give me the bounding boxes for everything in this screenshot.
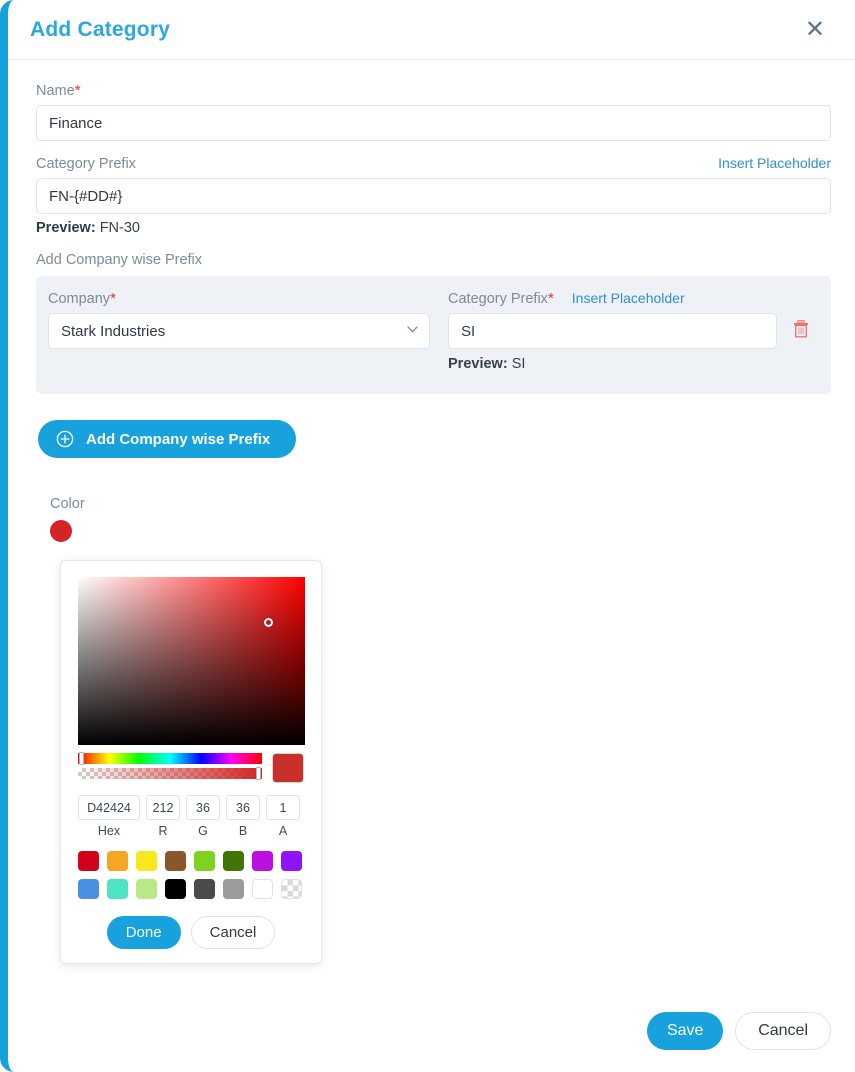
modal-footer: Save Cancel bbox=[647, 1012, 831, 1050]
company-prefix-label-row: Category Prefix* Insert Placeholder bbox=[448, 290, 815, 307]
preset-swatch[interactable] bbox=[165, 851, 186, 871]
add-company-wise-prefix-label: Add Company wise Prefix bbox=[86, 430, 271, 448]
saturation-value-area[interactable] bbox=[78, 577, 305, 745]
color-done-button[interactable]: Done bbox=[106, 916, 181, 949]
preset-swatch[interactable] bbox=[281, 851, 302, 871]
preset-swatch[interactable] bbox=[252, 879, 273, 899]
name-input[interactable] bbox=[36, 105, 831, 141]
blue-input[interactable] bbox=[226, 795, 260, 820]
color-picker-popover: Hex R G B A bbox=[60, 560, 322, 964]
preview-label: Preview: bbox=[36, 220, 96, 236]
category-prefix-preview: Preview: FN-30 bbox=[36, 220, 831, 236]
company-prefix-label-text: Category Prefix bbox=[448, 291, 548, 307]
preset-swatch[interactable] bbox=[136, 851, 157, 871]
preset-swatch[interactable] bbox=[136, 879, 157, 899]
close-icon[interactable]: ✕ bbox=[801, 16, 829, 44]
color-label: Color bbox=[50, 496, 85, 512]
hue-slider-knob[interactable] bbox=[79, 752, 84, 765]
add-category-modal: Add Category ✕ Name* Category Prefix Ins… bbox=[0, 0, 855, 1072]
company-required-mark: * bbox=[110, 290, 116, 307]
category-prefix-label-row: Category Prefix Insert Placeholder bbox=[36, 155, 831, 172]
preset-swatch[interactable] bbox=[107, 879, 128, 899]
sliders-column bbox=[78, 752, 262, 783]
save-button[interactable]: Save bbox=[647, 1012, 724, 1050]
company-prefix-input-row: Preview: SI bbox=[448, 313, 815, 372]
name-label-text: Name bbox=[36, 83, 75, 99]
blue-caption: B bbox=[238, 824, 248, 838]
color-picker-actions: Done Cancel bbox=[78, 916, 304, 949]
company-prefix-input[interactable] bbox=[448, 313, 777, 349]
company-label-text: Company bbox=[48, 291, 111, 307]
alpha-input[interactable] bbox=[266, 795, 300, 820]
modal-header: Add Category ✕ bbox=[8, 0, 855, 60]
company-select-value: Stark Industries bbox=[61, 322, 166, 340]
company-prefix-required-mark: * bbox=[547, 290, 554, 307]
preset-swatch[interactable] bbox=[223, 851, 244, 871]
preset-swatch[interactable] bbox=[252, 851, 273, 871]
preview-value: FN-30 bbox=[99, 220, 140, 236]
company-select[interactable]: Stark Industries bbox=[48, 313, 430, 349]
preset-swatch[interactable] bbox=[194, 851, 215, 871]
alpha-slider-knob[interactable] bbox=[256, 767, 261, 780]
company-wise-section-label: Add Company wise Prefix bbox=[36, 252, 203, 268]
company-prefix-preview: Preview: SI bbox=[448, 356, 777, 372]
category-prefix-label: Category Prefix bbox=[36, 156, 136, 172]
category-prefix-label-text: Category Prefix bbox=[36, 156, 136, 172]
green-caption: G bbox=[198, 824, 208, 838]
cancel-button[interactable]: Cancel bbox=[735, 1012, 831, 1050]
company-column: Company* Stark Industries bbox=[48, 290, 430, 349]
current-color-preview bbox=[272, 753, 304, 783]
company-preview-label: Preview: bbox=[448, 356, 508, 372]
hex-group: Hex bbox=[78, 795, 140, 838]
hex-caption: Hex bbox=[97, 824, 121, 838]
name-label: Name* bbox=[36, 82, 831, 99]
alpha-caption: A bbox=[278, 824, 288, 838]
trash-icon bbox=[794, 320, 808, 338]
saturation-pointer[interactable] bbox=[264, 618, 273, 627]
page-title: Add Category bbox=[30, 17, 171, 41]
g-group: G bbox=[186, 795, 220, 838]
preset-swatch[interactable] bbox=[78, 879, 99, 899]
modal-body: Name* Category Prefix Insert Placeholder… bbox=[8, 60, 855, 964]
preset-swatch[interactable] bbox=[165, 879, 186, 899]
company-prefix-column: Category Prefix* Insert Placeholder Prev… bbox=[448, 290, 815, 372]
alpha-slider[interactable] bbox=[78, 767, 262, 780]
company-prefix-row: Company* Stark Industries Category Prefi… bbox=[36, 276, 831, 394]
preset-swatch[interactable] bbox=[223, 879, 244, 899]
add-company-wise-prefix-button[interactable]: Add Company wise Prefix bbox=[38, 420, 297, 458]
plus-circle-icon bbox=[56, 430, 74, 448]
color-swatch-button[interactable] bbox=[50, 520, 72, 542]
name-required-mark: * bbox=[74, 82, 81, 99]
category-prefix-input[interactable] bbox=[36, 178, 831, 214]
red-input[interactable] bbox=[146, 795, 180, 820]
delete-company-prefix-button[interactable] bbox=[787, 320, 815, 343]
preset-swatch[interactable] bbox=[194, 879, 215, 899]
hex-input[interactable] bbox=[78, 795, 140, 820]
company-prefix-input-wrap: Preview: SI bbox=[448, 313, 777, 372]
red-caption: R bbox=[158, 824, 168, 838]
hue-slider[interactable] bbox=[78, 752, 262, 765]
company-label: Company* bbox=[48, 290, 430, 307]
color-value-inputs: Hex R G B A bbox=[78, 795, 304, 838]
preset-swatch[interactable] bbox=[78, 851, 99, 871]
preset-swatch[interactable] bbox=[281, 879, 302, 899]
r-group: R bbox=[146, 795, 180, 838]
slider-row bbox=[78, 752, 304, 783]
company-preview-value: SI bbox=[511, 356, 526, 372]
preset-swatch[interactable] bbox=[107, 851, 128, 871]
color-cancel-button[interactable]: Cancel bbox=[190, 916, 276, 949]
color-section: Color D42424 Hex 212 R 36 G 36 B 1 A Don… bbox=[36, 496, 831, 964]
preset-swatch-grid bbox=[78, 851, 304, 899]
a-group: A bbox=[266, 795, 300, 838]
company-select-wrap: Stark Industries bbox=[48, 313, 430, 349]
green-input[interactable] bbox=[186, 795, 220, 820]
insert-placeholder-link[interactable]: Insert Placeholder bbox=[718, 155, 831, 171]
b-group: B bbox=[226, 795, 260, 838]
company-prefix-label: Category Prefix* bbox=[448, 290, 554, 307]
company-insert-placeholder-link[interactable]: Insert Placeholder bbox=[572, 290, 685, 306]
